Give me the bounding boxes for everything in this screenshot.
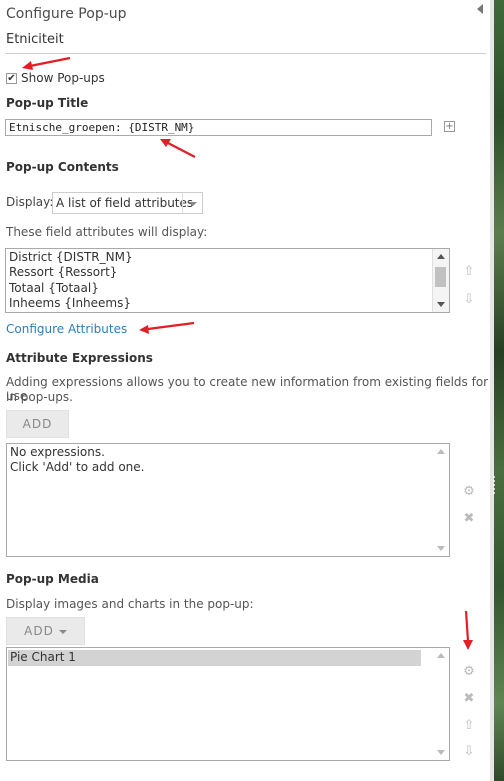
popup-title-input[interactable]: Etnische_groepen: {DISTR_NM}: [5, 119, 432, 136]
expressions-list[interactable]: No expressions. Click 'Add' to add one.: [6, 443, 450, 557]
chevron-down-icon: [182, 193, 202, 213]
map-background-strip: [490, 0, 504, 781]
chevron-down-icon: [58, 629, 67, 634]
move-down-icon[interactable]: ⇩: [462, 744, 476, 759]
list-item[interactable]: Ressort {Ressort}: [9, 265, 117, 279]
move-down-icon[interactable]: ⇩: [462, 292, 476, 307]
scroll-up-icon[interactable]: [437, 254, 445, 259]
delete-icon[interactable]: ✖: [462, 691, 476, 706]
display-select[interactable]: A list of field attributes: [52, 192, 203, 214]
configure-popup-panel: Configure Pop-up Etniciteit ✔ Show Pop-u…: [0, 0, 490, 781]
add-field-plus-icon[interactable]: +: [444, 121, 455, 132]
empty-message-line-2: Click 'Add' to add one.: [10, 460, 145, 474]
list-item[interactable]: Pie Chart 1: [10, 650, 76, 664]
popup-contents-heading: Pop-up Contents: [6, 160, 119, 174]
popup-media-heading: Pop-up Media: [6, 572, 99, 586]
scroll-down-icon[interactable]: [437, 750, 445, 755]
list-item[interactable]: District {DISTR_NM}: [9, 250, 133, 264]
fields-note: These field attributes will display:: [6, 225, 208, 239]
panel-title: Configure Pop-up: [6, 6, 127, 22]
gear-icon[interactable]: ⚙: [462, 484, 476, 499]
delete-icon[interactable]: ✖: [462, 511, 476, 526]
add-expression-button[interactable]: ADD: [6, 410, 69, 438]
header-divider: [5, 53, 486, 54]
popup-title-heading: Pop-up Title: [6, 96, 89, 110]
field-list-scrollbar[interactable]: [432, 249, 449, 312]
list-item[interactable]: Inheems {Inheems}: [9, 296, 131, 310]
configure-attributes-link[interactable]: Configure Attributes: [6, 322, 127, 336]
add-media-label: ADD: [24, 624, 54, 638]
expressions-scrollbar[interactable]: [433, 444, 449, 556]
expressions-description-line-1: Adding expressions allows you to create …: [6, 375, 489, 403]
scroll-thumb[interactable]: [435, 267, 446, 287]
popup-media-description: Display images and charts in the pop-up:: [6, 597, 254, 611]
list-item[interactable]: Totaal {Totaal}: [9, 281, 99, 295]
attribute-expressions-heading: Attribute Expressions: [6, 351, 153, 365]
display-select-value: A list of field attributes: [56, 196, 194, 210]
move-up-icon[interactable]: ⇧: [462, 264, 476, 279]
display-label: Display:: [6, 195, 54, 209]
panel-resize-handle[interactable]: [493, 476, 495, 496]
show-popups-checkbox[interactable]: ✔: [6, 73, 17, 84]
add-media-button[interactable]: ADD: [6, 617, 85, 645]
scroll-up-icon[interactable]: [437, 449, 445, 454]
layer-name: Etniciteit: [6, 32, 64, 47]
show-popups-label: Show Pop-ups: [21, 71, 105, 85]
media-list[interactable]: Pie Chart 1: [6, 647, 450, 761]
expressions-description-line-2: in pop-ups.: [6, 390, 73, 404]
scroll-up-icon[interactable]: [437, 653, 445, 658]
collapse-panel-icon[interactable]: [477, 4, 483, 14]
field-attributes-list[interactable]: District {DISTR_NM} Ressort {Ressort} To…: [5, 248, 450, 313]
gear-icon[interactable]: ⚙: [462, 664, 476, 679]
empty-message-line-1: No expressions.: [10, 445, 105, 459]
scroll-down-icon[interactable]: [437, 302, 445, 307]
media-scrollbar[interactable]: [433, 648, 449, 760]
move-up-icon[interactable]: ⇧: [462, 718, 476, 733]
scroll-down-icon[interactable]: [437, 546, 445, 551]
